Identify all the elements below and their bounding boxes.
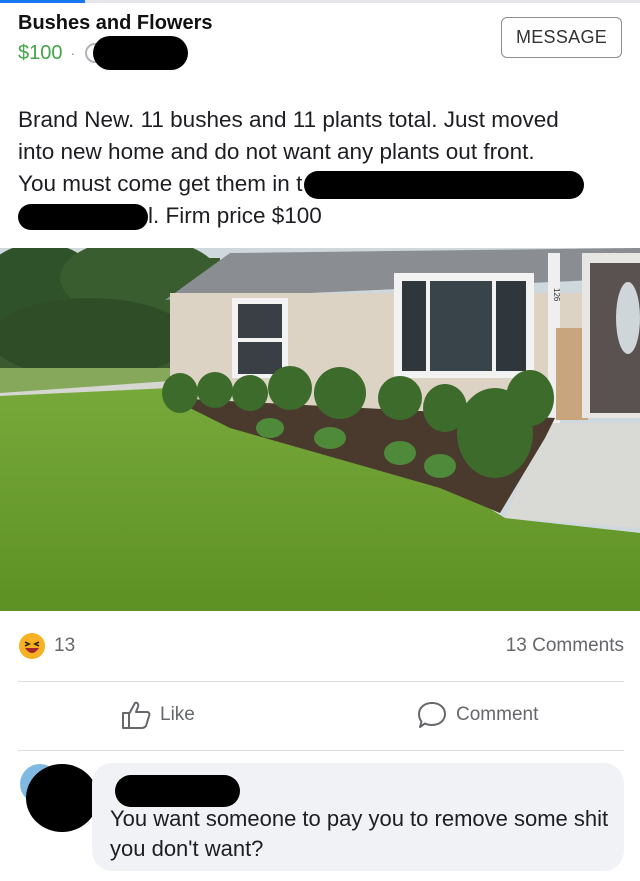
laughing-emoji-icon	[19, 633, 45, 659]
reaction-count: 13	[54, 635, 76, 656]
top-border	[0, 0, 640, 3]
commenter-avatar[interactable]	[20, 762, 98, 834]
comments-count[interactable]: 13 Comments	[506, 635, 624, 657]
listing-title: Bushes and Flowers	[18, 12, 213, 34]
comment-label: Comment	[456, 704, 539, 725]
redacted-text	[18, 204, 148, 231]
speech-bubble-icon	[418, 702, 446, 728]
reaction-summary[interactable]: 13	[18, 632, 75, 660]
house-number: 126	[552, 288, 561, 302]
thumbs-up-icon	[122, 701, 151, 729]
comment-button[interactable]: Comment	[416, 700, 538, 730]
price-row: $100 ·	[18, 36, 189, 70]
listing-photo[interactable]: 126	[0, 248, 640, 611]
divider	[18, 750, 624, 751]
redacted-commenter-name	[115, 775, 240, 807]
active-tab-indicator	[0, 0, 85, 3]
listing-price: $100	[18, 41, 63, 64]
like-button[interactable]: Like	[120, 700, 195, 730]
comment-text: You want someone to pay you to remove so…	[110, 806, 609, 861]
like-label: Like	[160, 704, 195, 725]
separator-dot: ·	[70, 45, 76, 61]
message-button[interactable]: MESSAGE	[501, 17, 622, 58]
listing-description: Brand New. 11 bushes and 11 plants total…	[18, 104, 626, 232]
description-line: l. Firm price $100	[148, 203, 322, 228]
description-line: You must come get them in t	[18, 171, 303, 196]
divider	[18, 681, 624, 682]
description-line: Brand New. 11 bushes and 11 plants total…	[18, 107, 559, 132]
description-line: into new home and do not want any plants…	[18, 139, 535, 164]
redacted-text	[304, 171, 585, 200]
redacted-location	[93, 36, 189, 70]
